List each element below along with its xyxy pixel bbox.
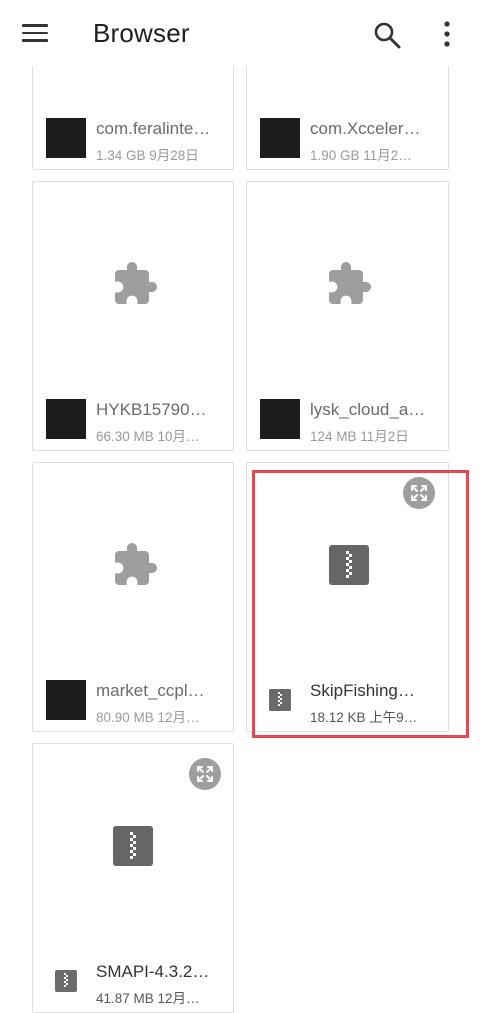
zip-file-icon — [55, 970, 77, 992]
search-icon[interactable] — [372, 20, 402, 50]
file-name: SkipFishing… — [310, 681, 415, 700]
file-meta: 1.34 GB 9月28日 — [96, 148, 199, 163]
file-thumbnail — [260, 118, 300, 158]
file-meta: 18.12 KB 上午9… — [310, 710, 418, 725]
file-thumbnail — [46, 118, 86, 158]
file-thumbnail — [46, 399, 86, 439]
hamburger-menu-icon[interactable] — [22, 24, 48, 42]
app-bar: Browser — [0, 0, 480, 66]
file-tile[interactable]: lysk_cloud_a… 124 MB 11月2日 — [246, 181, 449, 451]
expand-icon[interactable] — [189, 758, 221, 790]
file-name: lysk_cloud_a… — [310, 400, 426, 419]
file-name: market_ccpl… — [96, 681, 205, 700]
puzzle-piece-icon — [115, 543, 157, 585]
file-name: HYKB15790… — [96, 400, 207, 419]
expand-icon[interactable] — [403, 477, 435, 509]
file-tile[interactable]: SkipFishing… 18.12 KB 上午9… — [246, 462, 449, 732]
more-vert-icon[interactable] — [438, 20, 456, 48]
file-meta: 1.90 GB 11月2… — [310, 148, 412, 163]
file-meta: 124 MB 11月2日 — [310, 429, 409, 444]
file-tile[interactable]: market_ccpl… 80.90 MB 12月… — [32, 462, 234, 732]
file-name: com.feralinte… — [96, 119, 211, 138]
file-thumbnail — [260, 399, 300, 439]
file-meta: 41.87 MB 12月… — [96, 991, 200, 1006]
file-name: com.Xcceler… — [310, 119, 421, 138]
zip-file-icon — [269, 689, 291, 711]
puzzle-piece-icon — [115, 262, 157, 304]
file-name: SMAPI-4.3.2… — [96, 962, 210, 981]
file-meta: 66.30 MB 10月… — [96, 429, 200, 444]
file-tile[interactable]: SMAPI-4.3.2… 41.87 MB 12月… — [32, 743, 234, 1013]
file-tile[interactable]: HYKB15790… 66.30 MB 10月… — [32, 181, 234, 451]
file-thumbnail — [46, 680, 86, 720]
file-meta: 80.90 MB 12月… — [96, 710, 200, 725]
zip-file-icon — [329, 545, 369, 585]
zip-file-icon — [113, 826, 153, 866]
page-title: Browser — [93, 18, 190, 48]
puzzle-piece-icon — [329, 262, 371, 304]
